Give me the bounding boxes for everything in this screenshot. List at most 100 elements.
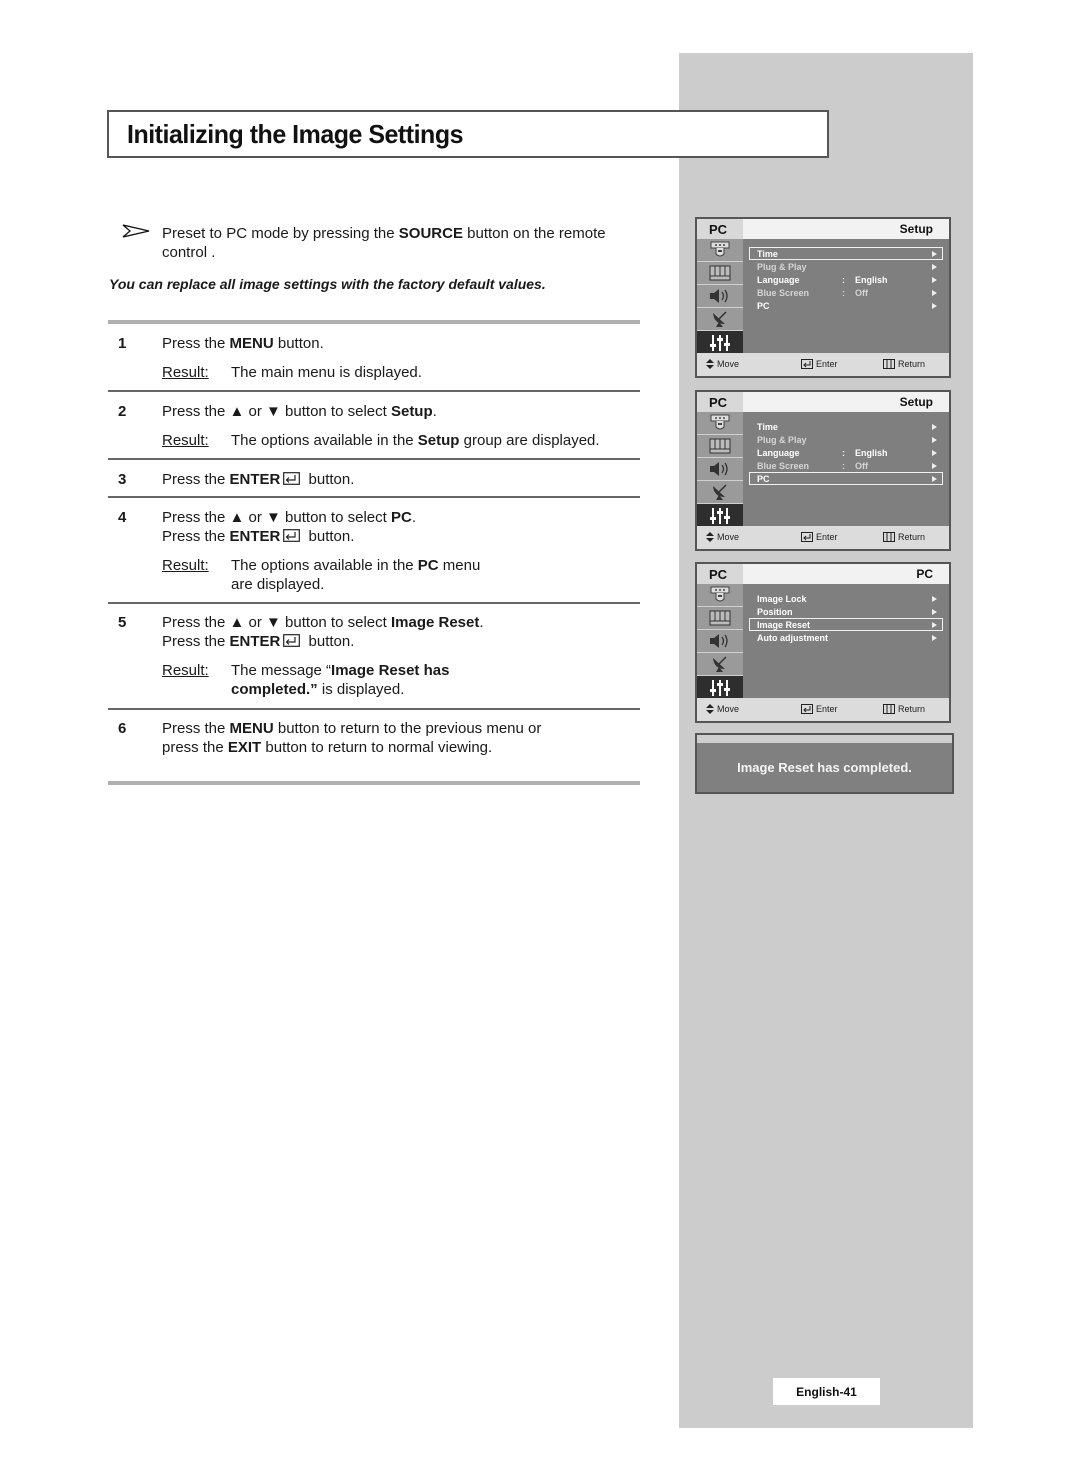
step-result: Result: The message “Image Reset has comp… — [162, 662, 450, 698]
menu-item-colon: : — [842, 461, 845, 471]
osd-screen-1: PC Setup Time Plug & Play Language : Eng… — [695, 217, 951, 378]
enter-icon — [801, 532, 813, 542]
picture-icon[interactable] — [697, 262, 743, 285]
osd-menu-item[interactable]: Time — [749, 247, 943, 260]
osd-screen-3: PC PC Image Lock Position Image Reset Au… — [695, 562, 951, 723]
setup-icon[interactable] — [697, 676, 743, 700]
up-down-icon — [706, 532, 714, 542]
menu-item-value: Off — [855, 288, 868, 298]
sound-icon[interactable] — [697, 285, 743, 308]
picture-icon[interactable] — [697, 435, 743, 458]
up-down-icon — [706, 359, 714, 369]
osd-menu-item[interactable]: Position — [749, 605, 943, 618]
menu-item-label: Plug & Play — [757, 262, 807, 272]
channel-icon[interactable] — [697, 308, 743, 331]
step-1: 1 Press the MENU button. Result: The main m… — [118, 334, 638, 382]
enter-hint: Enter — [801, 532, 838, 542]
divider-bottom — [108, 781, 640, 785]
result-label: Result: — [162, 364, 209, 381]
osd-menu-panel: Time Plug & Play Language : English Blue… — [743, 239, 949, 353]
step-instruction: Press the ENTER button. — [162, 471, 355, 488]
page-title: Initializing the Image Settings — [127, 119, 463, 149]
step-number: 5 — [118, 614, 127, 631]
menu-item-label: Language — [757, 275, 800, 285]
menu-icon — [883, 359, 895, 369]
osd-footer: Move Enter Return — [697, 698, 949, 721]
triangle-right-icon — [932, 622, 937, 628]
osd-icon-column — [697, 584, 743, 700]
menu-item-label: Time — [757, 249, 778, 259]
step-result: Result: The main menu is displayed. — [162, 364, 422, 381]
step-4: 4 Press the ▲ or ▼ button to select PC. Pr… — [118, 508, 638, 594]
step-instruction: Press the ENTER button. — [162, 633, 355, 650]
menu-item-colon: : — [842, 275, 845, 285]
enter-hint: Enter — [801, 359, 838, 369]
title-box: Initializing the Image Settings — [107, 110, 829, 158]
channel-icon[interactable] — [697, 481, 743, 504]
step-divider — [108, 708, 640, 710]
input-icon[interactable] — [697, 584, 743, 607]
triangle-right-icon — [932, 437, 937, 443]
osd-menu-item[interactable]: PC — [749, 472, 943, 485]
osd-source-label: PC — [697, 219, 743, 239]
triangle-right-icon — [932, 290, 937, 296]
move-hint: Move — [706, 704, 739, 714]
osd-menu-item[interactable]: Image Reset — [749, 618, 943, 631]
triangle-right-icon — [932, 264, 937, 270]
menu-item-value: Off — [855, 461, 868, 471]
osd-menu-item[interactable]: PC — [749, 299, 943, 312]
menu-item-value: English — [855, 275, 888, 285]
step-5: 5 Press the ▲ or ▼ button to select Image… — [118, 613, 638, 699]
input-icon[interactable] — [697, 412, 743, 435]
step-instruction: Press the ▲ or ▼ button to select Setup. — [162, 403, 437, 420]
step-instruction: Press the MENU button to return to the p… — [162, 720, 542, 737]
step-6: 6 Press the MENU button to return to the … — [118, 719, 638, 757]
triangle-right-icon — [932, 277, 937, 283]
menu-item-label: Language — [757, 448, 800, 458]
sound-icon[interactable] — [697, 458, 743, 481]
setup-icon[interactable] — [697, 331, 743, 355]
picture-icon[interactable] — [697, 607, 743, 630]
menu-item-label: Blue Screen — [757, 461, 810, 471]
result-label: Result: — [162, 432, 209, 449]
osd-menu-item[interactable]: Blue Screen : Off — [749, 459, 943, 472]
osd-menu-item[interactable]: Language : English — [749, 273, 943, 286]
move-hint: Move — [706, 359, 739, 369]
osd-footer: Move Enter Return — [697, 526, 949, 549]
osd-screen-2: PC Setup Time Plug & Play Language : Eng… — [695, 390, 951, 551]
menu-item-label: Image Reset — [757, 620, 811, 630]
osd-source-label: PC — [697, 564, 743, 584]
step-instruction: Press the ▲ or ▼ button to select PC. — [162, 509, 416, 526]
menu-item-label: PC — [757, 301, 770, 311]
osd-menu-item[interactable]: Blue Screen : Off — [749, 286, 943, 299]
osd-menu-item[interactable]: Image Lock — [749, 592, 943, 605]
menu-item-label: Image Lock — [757, 594, 807, 604]
menu-item-label: Plug & Play — [757, 435, 807, 445]
message-text: Image Reset has completed. — [737, 760, 912, 775]
osd-menu-item[interactable]: Auto adjustment — [749, 631, 943, 644]
setup-icon[interactable] — [697, 504, 743, 528]
page-number: English-41 — [773, 1378, 880, 1405]
intro-text: You can replace all image settings with … — [109, 276, 546, 292]
step-number: 2 — [118, 403, 127, 420]
step-instruction: Press the ▲ or ▼ button to select Image … — [162, 614, 484, 631]
triangle-right-icon — [932, 609, 937, 615]
input-icon[interactable] — [697, 239, 743, 262]
osd-menu-item[interactable]: Plug & Play — [749, 433, 943, 446]
return-hint: Return — [883, 359, 925, 369]
step-number: 3 — [118, 471, 127, 488]
return-hint: Return — [883, 532, 925, 542]
message-strip — [697, 735, 952, 743]
osd-menu-item[interactable]: Time — [749, 420, 943, 433]
move-hint: Move — [706, 532, 739, 542]
osd-menu-item[interactable]: Plug & Play — [749, 260, 943, 273]
osd-message-box: Image Reset has completed. — [695, 733, 954, 794]
triangle-right-icon — [932, 635, 937, 641]
osd-menu-item[interactable]: Language : English — [749, 446, 943, 459]
sound-icon[interactable] — [697, 630, 743, 653]
triangle-right-icon — [932, 303, 937, 309]
osd-icon-column — [697, 412, 743, 528]
enter-icon — [283, 472, 301, 485]
channel-icon[interactable] — [697, 653, 743, 676]
menu-item-colon: : — [842, 288, 845, 298]
